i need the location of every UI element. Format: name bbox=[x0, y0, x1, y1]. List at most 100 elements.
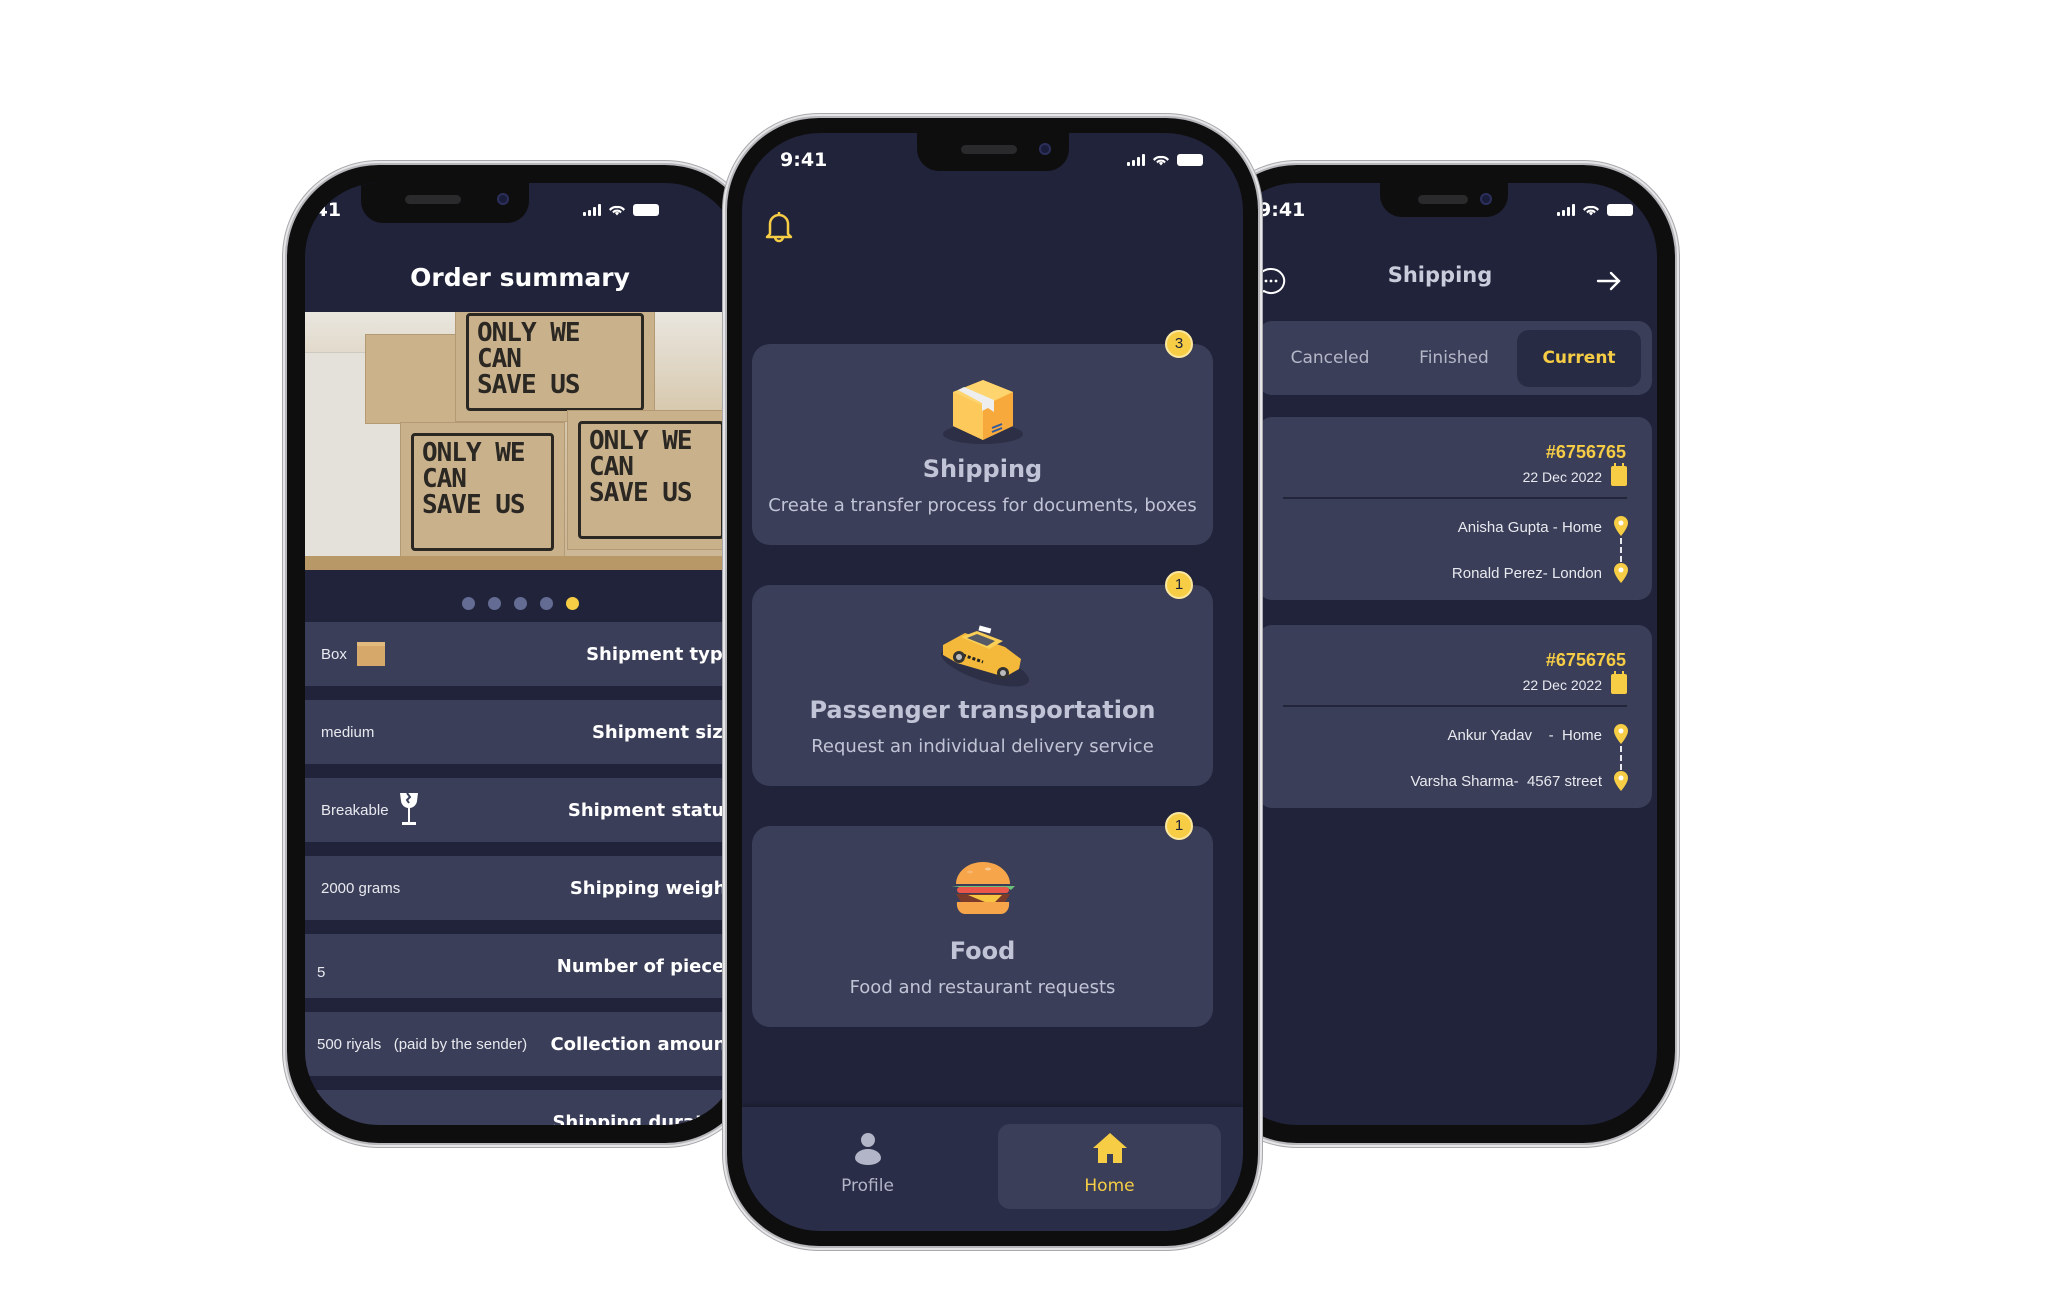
count-badge: 1 bbox=[1165, 812, 1193, 840]
carousel-dots bbox=[305, 597, 735, 610]
order-id: #6756765 bbox=[1545, 442, 1626, 462]
arrow-right-icon[interactable] bbox=[1596, 271, 1622, 291]
dropoff-location: Ronald Perez- London bbox=[1451, 565, 1602, 582]
service-card-shipping[interactable]: 3 Shipping Create a transfer process for… bbox=[752, 330, 1213, 545]
signal-icon bbox=[1557, 203, 1575, 216]
dropoff-location: Varsha Sharma- 4567 street bbox=[1410, 773, 1602, 790]
package-icon bbox=[942, 380, 1023, 444]
service-description: Food and restaurant requests bbox=[849, 977, 1116, 998]
detail-value: 2000 grams bbox=[321, 879, 401, 897]
service-title: Shipping bbox=[922, 455, 1043, 483]
detail-row-shipping-weight: 2000 grams Shipping weight bbox=[305, 856, 735, 920]
detail-label: Shipping weight bbox=[569, 877, 735, 899]
burger-icon bbox=[950, 862, 1015, 915]
phone-order-summary: :41 Order summary ONLY WE CAN SAVE US ONLY… bbox=[287, 165, 757, 1143]
box-stencil: ONLY WE CAN SAVE US bbox=[466, 313, 644, 411]
detail-label: Collection amount bbox=[550, 1033, 735, 1055]
carousel-dot[interactable] bbox=[539, 597, 553, 610]
signal-icon bbox=[583, 203, 601, 216]
service-card-food[interactable]: 1 Food Food and restaurant requests bbox=[752, 812, 1213, 1027]
home-icon bbox=[1092, 1133, 1127, 1163]
route-line bbox=[1620, 746, 1622, 770]
carousel-dot[interactable] bbox=[487, 597, 501, 610]
notch bbox=[361, 183, 529, 223]
status-tabs: Canceled Finished Current bbox=[1258, 321, 1652, 395]
order-id: #6756765 bbox=[1545, 650, 1626, 670]
wifi-icon bbox=[609, 205, 625, 216]
wifi-icon bbox=[1583, 205, 1599, 216]
detail-label: Shipment type bbox=[586, 643, 735, 665]
detail-row-collection-amount: 500 riyals (paid by the sender) Collecti… bbox=[305, 1012, 735, 1076]
detail-row-shipment-type: Box Shipment type bbox=[305, 622, 735, 686]
service-title: Passenger transportation bbox=[809, 696, 1156, 724]
location-pin-icon bbox=[1614, 516, 1628, 536]
detail-value: 5 bbox=[317, 963, 326, 981]
service-description: Request an individual delivery service bbox=[811, 736, 1154, 757]
signal-icon bbox=[1127, 153, 1145, 166]
nav-tab-profile[interactable]: Profile bbox=[756, 1124, 979, 1209]
detail-value: 500 riyals (paid by the sender) bbox=[317, 1035, 528, 1053]
nav-label: Home bbox=[1084, 1176, 1135, 1196]
notch bbox=[917, 133, 1069, 171]
detail-label: Number of pieces bbox=[556, 955, 735, 977]
route-line bbox=[1620, 538, 1622, 562]
detail-value: hours bbox=[329, 1120, 367, 1126]
order-summary-screen: :41 Order summary ONLY WE CAN SAVE US ONLY… bbox=[305, 183, 739, 1125]
box-stencil: ONLY WE CAN SAVE US bbox=[411, 433, 554, 551]
status-icons bbox=[1127, 153, 1203, 166]
phone-shipping: 9:41 Shipping Canceled Finished Current … bbox=[1205, 165, 1675, 1143]
tab-canceled[interactable]: Canceled bbox=[1268, 330, 1392, 387]
box-icon bbox=[356, 642, 385, 666]
shipping-screen: 9:41 Shipping Canceled Finished Current … bbox=[1223, 183, 1657, 1125]
carousel-dot[interactable] bbox=[513, 597, 527, 610]
service-card-passenger[interactable]: 1 Passenger transportation Request an in… bbox=[752, 571, 1213, 786]
detail-row-number-of-pieces: 5 Number of pieces bbox=[305, 934, 735, 998]
shipment-card[interactable]: #6756765 22 Dec 2022 Anisha Gupta - Home… bbox=[1258, 417, 1652, 600]
tab-finished[interactable]: Finished bbox=[1392, 330, 1516, 387]
page-title: Shipping bbox=[1387, 263, 1493, 287]
person-icon bbox=[854, 1133, 881, 1165]
calendar-icon bbox=[1611, 671, 1627, 694]
carousel-dot[interactable] bbox=[461, 597, 475, 610]
location-pin-icon bbox=[1614, 724, 1628, 744]
phone-home: 9:41 3 Shipping Create a transfer proces… bbox=[727, 118, 1258, 1246]
detail-label: Shipment status bbox=[567, 799, 735, 821]
service-description: Create a transfer process for documents,… bbox=[768, 495, 1197, 516]
divider bbox=[1283, 705, 1627, 707]
battery-icon bbox=[1607, 203, 1633, 216]
detail-value: Breakable bbox=[321, 801, 389, 819]
count-badge: 3 bbox=[1165, 330, 1193, 358]
carousel-dot-active[interactable] bbox=[565, 597, 579, 610]
battery-icon bbox=[633, 203, 659, 216]
pallet bbox=[305, 556, 735, 570]
box-stencil: ONLY WE CAN SAVE US bbox=[578, 421, 724, 539]
notch bbox=[1380, 183, 1508, 217]
detail-row-shipment-status: Breakable Shipment status bbox=[305, 778, 735, 842]
pickup-location: Ankur Yadav - Home bbox=[1447, 727, 1602, 744]
status-time: 9:41 bbox=[780, 149, 828, 171]
status-icons bbox=[1557, 203, 1633, 216]
tab-current[interactable]: Current bbox=[1517, 330, 1641, 387]
wifi-icon bbox=[1153, 155, 1169, 166]
location-pin-icon bbox=[1614, 563, 1628, 583]
nav-tab-home[interactable]: Home bbox=[998, 1124, 1221, 1209]
page-title: Order summary bbox=[410, 263, 630, 292]
divider bbox=[1283, 497, 1627, 499]
count-badge: 1 bbox=[1165, 571, 1193, 599]
detail-row-shipping-duration: hours Shipping duration bbox=[305, 1090, 735, 1125]
status-time: :41 bbox=[307, 199, 342, 221]
fragile-glass-icon bbox=[399, 792, 418, 825]
shipment-card[interactable]: #6756765 22 Dec 2022 Ankur Yadav - Home … bbox=[1258, 625, 1652, 808]
order-date: 22 Dec 2022 bbox=[1522, 677, 1602, 693]
bottom-nav: Profile Home bbox=[742, 1107, 1243, 1231]
shipment-photo[interactable]: ONLY WE CAN SAVE US ONLY WE CAN SAVE US ONLY… bbox=[305, 312, 735, 570]
bell-icon[interactable] bbox=[764, 209, 794, 243]
detail-row-shipment-size: medium Shipment size bbox=[305, 700, 735, 764]
status-icons bbox=[583, 203, 659, 216]
pickup-location: Anisha Gupta - Home bbox=[1457, 519, 1602, 536]
service-title: Food bbox=[949, 937, 1016, 965]
calendar-icon bbox=[1611, 463, 1627, 486]
detail-label: Shipment size bbox=[591, 721, 735, 743]
taxi-icon bbox=[940, 625, 1029, 687]
detail-label: Shipping duration bbox=[552, 1111, 735, 1126]
